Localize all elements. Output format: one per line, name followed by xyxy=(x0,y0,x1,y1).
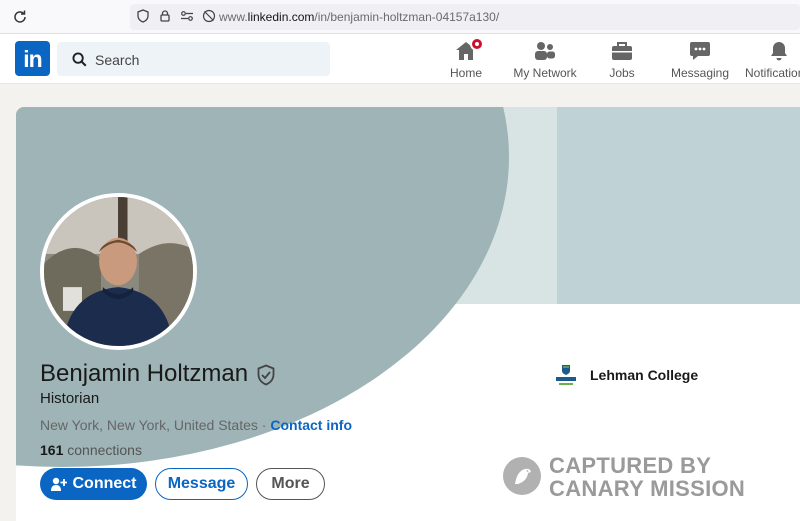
lock-icon[interactable] xyxy=(158,9,172,23)
profile-location: New York, New York, United States · Cont… xyxy=(40,417,353,433)
profile-name: Benjamin Holtzman xyxy=(40,360,249,387)
notification-badge xyxy=(470,37,484,51)
permissions-icon[interactable] xyxy=(180,9,194,23)
url-text[interactable]: www.linkedin.com/in/benjamin-holtzman-04… xyxy=(219,10,499,24)
add-person-icon xyxy=(50,477,67,491)
search-input[interactable]: Search xyxy=(57,42,330,76)
profile-headline: Historian xyxy=(40,390,100,407)
shield-icon[interactable] xyxy=(136,9,150,23)
contact-info-link[interactable]: Contact info xyxy=(270,417,352,433)
connect-button[interactable]: Connect xyxy=(40,468,147,500)
nav-messaging[interactable]: Messaging xyxy=(668,40,732,84)
briefcase-icon xyxy=(610,40,634,62)
browser-toolbar: www.linkedin.com/in/benjamin-holtzman-04… xyxy=(0,0,800,34)
profile-card: Benjamin Holtzman Historian New York, Ne… xyxy=(16,107,800,521)
canary-bird-icon xyxy=(503,457,541,495)
search-placeholder: Search xyxy=(95,52,140,68)
nav-notifications[interactable]: Notifications xyxy=(745,40,800,84)
more-button[interactable]: More xyxy=(256,468,325,500)
linkedin-logo[interactable]: in xyxy=(15,41,50,76)
reload-icon[interactable] xyxy=(12,9,28,25)
network-icon xyxy=(533,40,557,62)
nav-home[interactable]: Home xyxy=(446,37,486,84)
profile-photo xyxy=(44,197,193,346)
linkedin-nav: in Search Home My Network Jobs Messaging xyxy=(0,34,800,84)
nav-jobs[interactable]: Jobs xyxy=(604,40,640,84)
search-icon xyxy=(72,52,87,67)
message-button[interactable]: Message xyxy=(155,468,248,500)
verified-shield-icon[interactable] xyxy=(256,364,276,386)
home-icon xyxy=(454,37,484,62)
bell-icon xyxy=(767,40,791,62)
lehman-college-logo[interactable] xyxy=(553,362,579,388)
connections-count[interactable]: 161 connections xyxy=(40,442,142,458)
nav-my-network[interactable]: My Network xyxy=(510,40,580,84)
chat-icon xyxy=(688,40,712,62)
tracking-protection-icon[interactable] xyxy=(202,9,216,23)
avatar[interactable] xyxy=(40,193,197,350)
canary-mission-watermark: CAPTURED BY CANARY MISSION xyxy=(503,454,763,504)
school-name[interactable]: Lehman College xyxy=(590,367,698,383)
